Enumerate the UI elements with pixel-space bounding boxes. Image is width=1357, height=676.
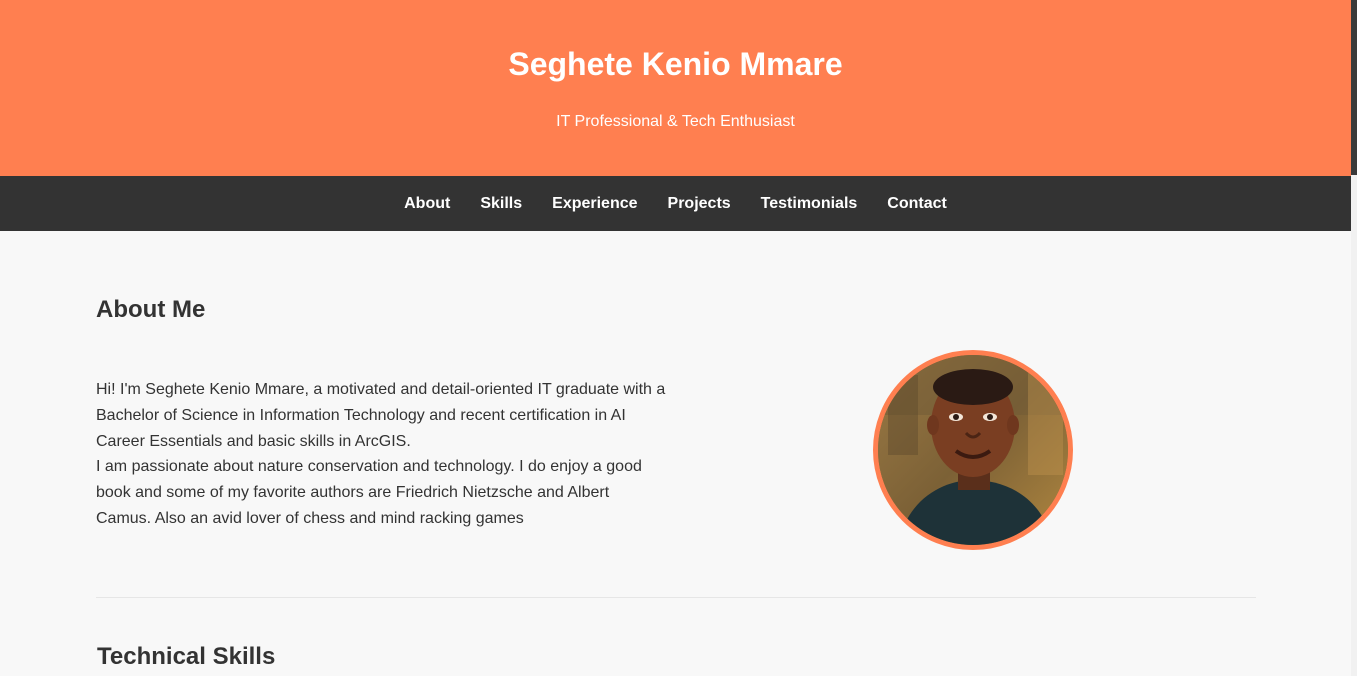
nav-testimonials-link[interactable]: Testimonials [761,194,858,214]
nav-experience-link[interactable]: Experience [552,194,637,214]
about-section-title: About Me [96,296,206,323]
profile-photo-illustration [878,355,1068,545]
section-divider [96,597,1256,598]
tagline: IT Professional & Tech Enthusiast [556,113,795,130]
site-owner-name: Seghete Kenio Mmare [508,46,843,82]
nav-about-link[interactable]: About [404,194,450,214]
skills-section-title: Technical Skills [97,643,276,670]
profile-photo [873,350,1073,550]
main-navigation: About Skills Experience Projects Testimo… [0,176,1351,231]
about-description: Hi! I'm Seghete Kenio Mmare, a motivated… [96,377,666,532]
nav-contact-link[interactable]: Contact [887,194,947,214]
vertical-scrollbar[interactable] [1351,0,1357,676]
about-paragraph-interests: I am passionate about nature conservatio… [96,458,642,527]
hero-header: Seghete Kenio Mmare IT Professional & Te… [0,0,1351,176]
scrollbar-thumb[interactable] [1351,0,1357,175]
nav-skills-link[interactable]: Skills [480,194,522,214]
nav-projects-link[interactable]: Projects [668,194,731,214]
about-paragraph-intro: Hi! I'm Seghete Kenio Mmare, a motivated… [96,381,666,450]
